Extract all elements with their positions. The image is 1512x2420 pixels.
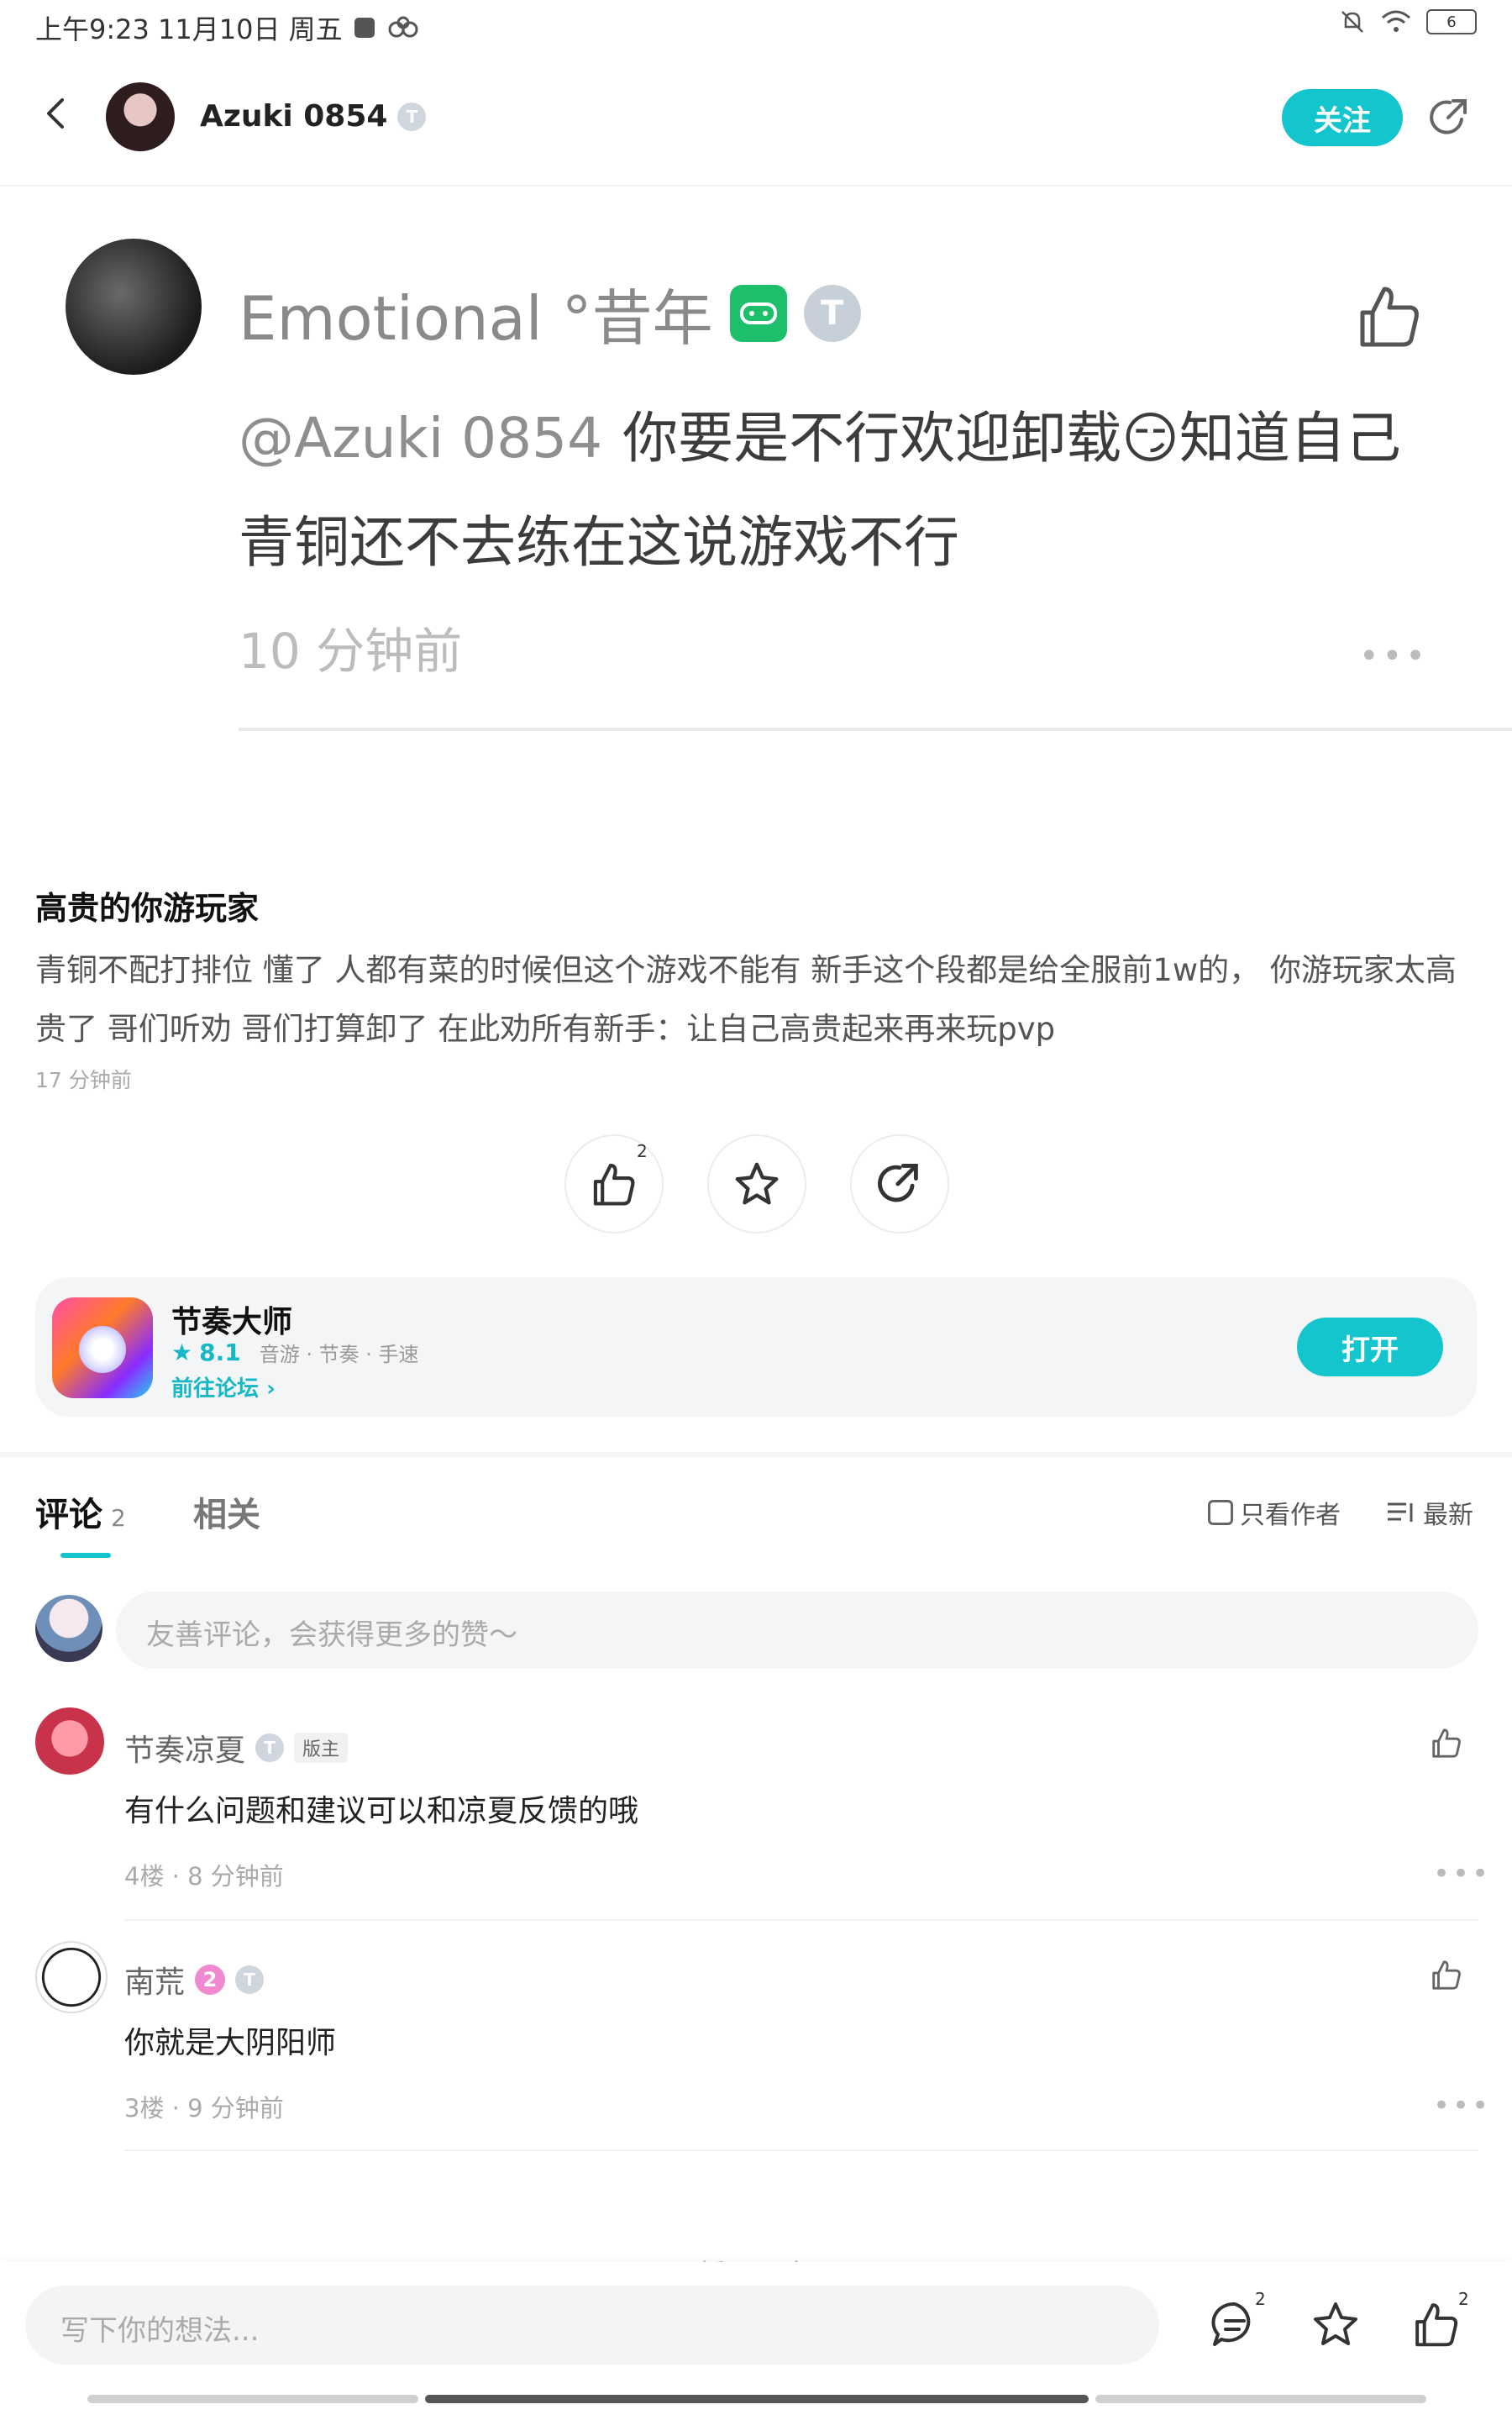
sort-list-icon (1388, 1502, 1413, 1522)
comment-avatar[interactable] (35, 1707, 104, 1776)
comment-author-row: 节奏凉夏 T 版主 (124, 1726, 349, 1770)
battery-icon: 6 (1426, 9, 1477, 34)
mute-bell-icon (1341, 11, 1363, 33)
bottom-like-count: 2 (1458, 2289, 1469, 2309)
post-title: 高贵的你游玩家 (35, 890, 260, 927)
status-right: 6 (1339, 8, 1477, 35)
tab-comments-label: 评论 (35, 1496, 102, 1534)
comment-more-icon[interactable]: ••• (1433, 2089, 1491, 2123)
write-input-placeholder: 写下你的想法... (60, 2314, 260, 2348)
quoted-divider (239, 728, 1512, 731)
tab-comments[interactable]: 评论 2 (35, 1487, 126, 1536)
active-tab-indicator (60, 1553, 111, 1558)
battery-level: 6 (1446, 13, 1457, 31)
follow-button[interactable]: 关注 (1282, 89, 1403, 146)
nav-indicator-left (87, 2395, 418, 2403)
comment-meta: 3楼 · 9 分钟前 (124, 2094, 284, 2123)
checkbox-icon (1208, 1500, 1233, 1525)
sort-button[interactable]: 最新 (1386, 1494, 1473, 1531)
comment-tier-badge: T (255, 1733, 285, 1762)
thumbs-up-icon (593, 1163, 635, 1206)
quoted-time: 10 分钟前 (239, 623, 463, 680)
post-time: 17 分钟前 (35, 1068, 132, 1092)
author-name: Azuki 0854 (200, 99, 388, 134)
quoted-like-icon (1360, 287, 1419, 347)
comment-text: 有什么问题和建议可以和凉夏反馈的哦 (124, 1794, 639, 1828)
tab-related[interactable]: 相关 (193, 1487, 260, 1536)
post-like-button[interactable] (564, 1134, 664, 1234)
comment-divider (124, 2149, 1478, 2151)
post-body: 青铜不配打排位 懂了 人都有菜的时候但这个游戏不能有 新手这个段都是给全服前1w… (35, 952, 1457, 1047)
app-logo-icon (388, 16, 418, 38)
quoted-comment-text: @Azuki 0854 你要是不行欢迎卸载😏知道自己青铜还不去练在这说游戏不行 (239, 387, 1448, 595)
current-user-avatar (35, 1595, 102, 1662)
comment-author[interactable]: 节奏凉夏 (124, 1726, 245, 1770)
only-author-toggle[interactable]: 只看作者 (1208, 1494, 1341, 1531)
chevron-right-icon: › (266, 1376, 276, 1402)
top-nav-bar: Azuki 0854 T 关注 (0, 50, 1512, 187)
post-favorite-button[interactable] (707, 1134, 806, 1234)
star-icon[interactable] (1310, 2299, 1361, 2349)
tab-comments-count: 2 (111, 1504, 126, 1532)
status-bar: 上午9:23 11月10日 周五 6 (0, 0, 1512, 50)
author-tier-badge: T (397, 102, 427, 131)
quoted-tier-badge: T (803, 284, 861, 342)
nav-indicator-active (425, 2395, 1089, 2403)
thumbs-up-icon[interactable] (1411, 2299, 1462, 2349)
comment-author[interactable]: 南荒 (124, 1958, 185, 2002)
back-arrow-icon[interactable] (40, 97, 74, 130)
quoted-more-icon: ••• (1359, 637, 1429, 676)
share-icon (878, 1164, 918, 1202)
gamepad-badge-icon (729, 284, 787, 342)
author-name-row[interactable]: Azuki 0854 T (200, 99, 427, 134)
game-rating: 8.1 (199, 1339, 241, 1366)
post-like-count: 2 (637, 1141, 648, 1161)
only-author-label: 只看作者 (1240, 1501, 1341, 1530)
open-game-button[interactable]: 打开 (1297, 1318, 1443, 1376)
comment-author-row: 南荒 2 T (124, 1958, 265, 2002)
go-to-forum-link[interactable]: 前往论坛 › (171, 1371, 276, 1402)
author-avatar[interactable] (106, 82, 175, 151)
star-icon (735, 1162, 779, 1205)
quoted-mention: @Azuki 0854 (239, 406, 603, 471)
section-divider (0, 1452, 1512, 1457)
comment-input-placeholder: 友善评论，会获得更多的赞～ (146, 1618, 517, 1652)
comment-text: 你就是大阴阳师 (124, 2026, 337, 2060)
comment-like-icon[interactable] (1430, 1958, 1463, 1991)
comment-more-icon[interactable]: ••• (1433, 1857, 1491, 1891)
status-left: 上午9:23 11月10日 周五 (35, 8, 420, 47)
quoted-author-row: Emotional °昔年 T (239, 269, 861, 357)
comment-divider (124, 1919, 1478, 1921)
quoted-author-name: Emotional °昔年 (239, 283, 713, 354)
level-badge: 2 (195, 1965, 226, 1995)
status-time: 上午9:23 11月10日 周五 (35, 13, 343, 45)
bottom-comment-count: 2 (1255, 2289, 1266, 2309)
comment-bubble-icon[interactable] (1210, 2299, 1260, 2349)
nav-indicator-right (1095, 2395, 1426, 2403)
forum-link-label: 前往论坛 (171, 1376, 260, 1402)
comment-tier-badge: T (235, 1965, 265, 1994)
comment-meta: 4楼 · 8 分钟前 (124, 1862, 284, 1891)
rating-star-icon: ★ (171, 1339, 193, 1366)
comment-avatar[interactable] (35, 1941, 108, 2013)
comment-like-icon[interactable] (1430, 1726, 1463, 1760)
quoted-author-avatar (66, 239, 202, 375)
notification-square-icon (354, 18, 375, 38)
sort-label: 最新 (1423, 1501, 1473, 1530)
post-share-button[interactable] (850, 1134, 949, 1234)
game-rating-row: ★ 8.1 音游 · 节奏 · 手速 (171, 1338, 419, 1367)
write-comment-input[interactable]: 写下你的想法... (25, 2286, 1159, 2365)
game-name[interactable]: 节奏大师 (171, 1297, 292, 1341)
game-app-icon[interactable] (52, 1297, 153, 1398)
moderator-tag: 版主 (294, 1733, 349, 1763)
wifi-icon (1382, 10, 1410, 32)
share-icon[interactable] (1428, 96, 1472, 139)
comment-input[interactable]: 友善评论，会获得更多的赞～ (116, 1591, 1478, 1669)
game-tags: 音游 · 节奏 · 手速 (259, 1343, 419, 1366)
